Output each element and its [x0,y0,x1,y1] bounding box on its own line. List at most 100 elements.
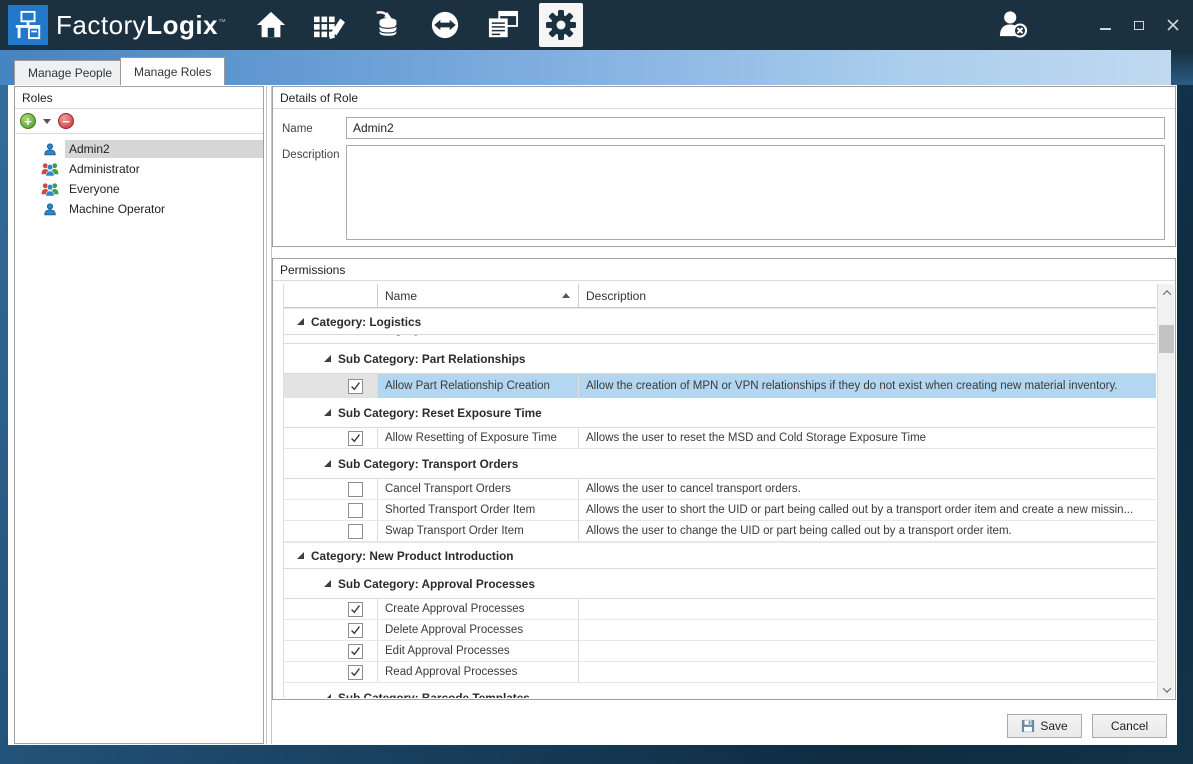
nav-icon-bar [249,3,583,47]
checkbox-unchecked[interactable] [348,524,363,539]
permission-row[interactable]: Allow Part Relationship CreationAllow th… [284,374,1156,398]
tab-manage-people[interactable]: Manage People [14,60,126,85]
save-button[interactable]: Save [1007,714,1082,738]
add-role-button[interactable]: + [20,113,36,129]
name-label: Name [282,123,313,135]
permission-gutter-cell [284,500,377,520]
role-item[interactable]: Admin2 [15,139,263,159]
scrollbar-thumb[interactable] [1159,325,1174,353]
permission-row[interactable]: Delete Approval Processes [284,620,1156,641]
permissions-table-header: Name Description [284,284,1156,308]
scroll-down-button[interactable] [1158,681,1175,698]
expander-icon[interactable] [324,460,331,467]
minimize-button[interactable] [1097,17,1113,33]
role-name-input[interactable] [346,117,1165,139]
group-label: Sub Category: Barcode Templates [338,691,530,699]
permission-row[interactable]: Create Approval Processes [284,599,1156,620]
roles-panel: Roles + − Admin2Administrator EveryoneMac… [14,86,264,744]
close-button[interactable] [1165,17,1181,33]
subcategory-row[interactable]: Sub Category: Transport Orders [284,449,1156,479]
permission-name-cell: Create Approval Processes [377,599,579,619]
documents-icon[interactable] [481,3,525,47]
permission-row[interactable]: Shorted Transport Order ItemAllows the u… [284,500,1156,521]
checkbox-unchecked[interactable] [348,503,363,518]
expander-icon[interactable] [324,694,331,698]
roles-toolbar: + − [15,109,263,134]
permission-row[interactable]: Read Approval Processes [284,662,1156,683]
checkbox-checked[interactable] [348,623,363,638]
remove-role-button[interactable]: − [58,113,74,129]
checkbox-checked[interactable] [348,431,363,446]
category-row[interactable]: Category: Logistics [284,308,1156,335]
permission-row[interactable]: Swap Transport Order ItemAllows the user… [284,521,1156,542]
settings-icon[interactable] [539,3,583,47]
expander-icon[interactable] [297,552,304,559]
permission-name-cell: Swap Transport Order Item [377,521,579,541]
checkbox-checked[interactable] [348,644,363,659]
permission-gutter-cell [284,641,377,661]
data-transfer-icon[interactable] [423,3,467,47]
expander-icon[interactable] [324,580,331,587]
clipped-group-row[interactable]: Sub Category: [284,335,1156,344]
group-label: Category: New Product Introduction [311,549,514,563]
permission-description-cell [579,599,1156,619]
expander-icon[interactable] [324,409,331,416]
group-label: Sub Category: Reset Exposure Time [338,406,542,420]
subcategory-row[interactable]: Sub Category: Part Relationships [284,344,1156,374]
subcategory-row[interactable]: Sub Category: Barcode Templates [284,683,1156,698]
cancel-button[interactable]: Cancel [1092,714,1167,738]
column-header-select [284,284,377,307]
vertical-scrollbar[interactable] [1157,284,1174,698]
checkbox-checked[interactable] [348,379,363,394]
group-label: Sub Category: Approval Processes [338,577,535,591]
role-description-textarea[interactable] [346,145,1165,240]
role-item[interactable]: Machine Operator [15,199,263,219]
column-header-name[interactable]: Name [377,284,579,307]
permission-row[interactable]: Cancel Transport OrdersAllows the user t… [284,479,1156,500]
permission-row[interactable]: Allow Resetting of Exposure TimeAllows t… [284,428,1156,449]
checkbox-checked[interactable] [348,602,363,617]
add-role-dropdown-icon[interactable] [43,119,51,124]
permissions-table: Name Description Category: LogisticsSub … [283,284,1156,698]
materials-database-icon[interactable] [365,3,409,47]
role-item[interactable]: Administrator [15,159,263,179]
tab-manage-roles[interactable]: Manage Roles [120,57,225,85]
permission-name-cell: Allow Part Relationship Creation [377,374,579,398]
description-label: Description [282,149,340,161]
details-of-role-panel: Details of Role Name Description [272,86,1176,247]
category-row[interactable]: Category: New Product Introduction [284,542,1156,569]
permission-gutter-cell [284,599,377,619]
permission-name-cell: Allow Resetting of Exposure Time [377,428,579,448]
permission-name-cell: Edit Approval Processes [377,641,579,661]
checkbox-unchecked[interactable] [348,482,363,497]
permission-gutter-cell [284,662,377,682]
roles-panel-title: Roles [15,87,263,109]
checkbox-checked[interactable] [348,665,363,680]
group-label: Sub Category: [344,335,425,336]
permission-name-cell: Read Approval Processes [377,662,579,682]
role-item-label: Administrator [65,160,263,178]
expander-icon[interactable] [297,318,304,325]
role-item-label: Everyone [65,180,263,198]
maximize-button[interactable] [1131,17,1147,33]
home-icon[interactable] [249,3,293,47]
role-item[interactable]: Everyone [15,179,263,199]
permission-description-cell: Allows the user to cancel transport orde… [579,479,1156,499]
titlebar: FactoryLogix™ [0,0,1193,50]
permission-description-cell: Allows the user to short the UID or part… [579,500,1156,520]
permission-name-cell: Shorted Transport Order Item [377,500,579,520]
production-grid-edit-icon[interactable] [307,3,351,47]
permission-description-cell: Allows the user to reset the MSD and Col… [579,428,1156,448]
group-label: Sub Category: Transport Orders [338,457,518,471]
expander-icon[interactable] [324,355,331,362]
scroll-up-button[interactable] [1158,284,1175,301]
user-logout-icon[interactable] [997,10,1029,41]
subcategory-row[interactable]: Sub Category: Reset Exposure Time [284,398,1156,428]
column-header-description[interactable]: Description [579,284,1156,307]
permission-gutter-cell [284,479,377,499]
permission-row[interactable]: Edit Approval Processes [284,641,1156,662]
subcategory-row[interactable]: Sub Category: Approval Processes [284,569,1156,599]
group-label: Sub Category: Part Relationships [338,352,525,366]
permission-gutter-cell [284,428,377,448]
permissions-panel: Permissions Name Description Category: L… [272,258,1176,700]
